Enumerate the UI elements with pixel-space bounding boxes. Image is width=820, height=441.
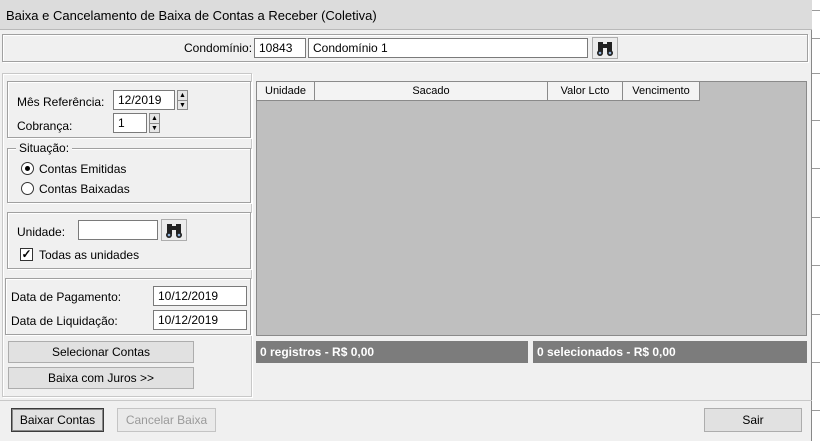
condominio-name-field[interactable]: Condomínio 1 <box>308 38 588 58</box>
title-bar: Baixa e Cancelamento de Baixa de Contas … <box>0 0 812 30</box>
edge-mark <box>812 38 820 39</box>
column-header-vencimento[interactable]: Vencimento <box>623 82 700 101</box>
condominio-search-button[interactable] <box>592 37 618 59</box>
column-header-valor[interactable]: Valor Lcto <box>548 82 623 101</box>
unidade-field[interactable] <box>78 220 158 240</box>
contas-emitidas-radio[interactable] <box>21 162 34 175</box>
edge-mark <box>812 265 820 266</box>
mes-referencia-label: Mês Referência: <box>17 95 105 109</box>
contas-baixadas-radio[interactable] <box>21 182 34 195</box>
binoculars-icon <box>597 42 613 56</box>
edge-mark <box>812 362 820 363</box>
edge-mark <box>812 410 820 411</box>
bottom-divider <box>0 400 812 401</box>
spin-up-icon[interactable]: ▲ <box>150 114 159 123</box>
main-window: Baixa e Cancelamento de Baixa de Contas … <box>0 0 812 441</box>
condominio-code-field[interactable]: 10843 <box>254 38 306 58</box>
edge-mark <box>812 73 820 74</box>
edge-mark <box>812 168 820 169</box>
window-edge <box>812 0 820 441</box>
todas-unidades-label[interactable]: Todas as unidades <box>39 248 139 262</box>
edge-mark <box>812 10 820 11</box>
sair-button[interactable]: Sair <box>704 408 802 432</box>
data-pagamento-label: Data de Pagamento: <box>11 290 122 304</box>
contas-emitidas-label[interactable]: Contas Emitidas <box>39 162 126 176</box>
edge-mark <box>812 120 820 121</box>
spin-down-icon[interactable]: ▼ <box>178 100 187 109</box>
spin-up-icon[interactable]: ▲ <box>178 91 187 100</box>
window-title: Baixa e Cancelamento de Baixa de Contas … <box>6 8 377 23</box>
edge-mark <box>812 217 820 218</box>
selecionar-contas-button[interactable]: Selecionar Contas <box>8 341 194 363</box>
mes-referencia-spinner[interactable]: ▲ ▼ <box>177 90 188 110</box>
cobranca-label: Cobrança: <box>17 119 73 133</box>
unidade-label: Unidade: <box>17 225 66 239</box>
unidade-search-button[interactable] <box>161 219 187 241</box>
registros-status: 0 registros - R$ 0,00 <box>256 341 528 363</box>
situacao-caption: Situação: <box>16 141 73 155</box>
contas-baixadas-label[interactable]: Contas Baixadas <box>39 182 130 196</box>
cancelar-baixa-button[interactable]: Cancelar Baixa <box>117 408 216 432</box>
contas-grid[interactable]: Unidade Sacado Valor Lcto Vencimento <box>256 81 807 336</box>
cobranca-field[interactable]: 1 <box>113 113 147 133</box>
edge-mark <box>812 314 820 315</box>
selecionados-status: 0 selecionados - R$ 0,00 <box>533 341 807 363</box>
data-liquidacao-label: Data de Liquidação: <box>11 314 118 328</box>
data-liquidacao-field[interactable]: 10/12/2019 <box>153 310 247 330</box>
grid-header: Unidade Sacado Valor Lcto Vencimento <box>257 82 700 101</box>
column-header-unidade[interactable]: Unidade <box>257 82 315 101</box>
cobranca-spinner[interactable]: ▲ ▼ <box>149 113 160 133</box>
condominio-label: Condomínio: <box>184 41 253 55</box>
baixa-com-juros-button[interactable]: Baixa com Juros >> <box>8 367 194 389</box>
todas-unidades-checkbox[interactable]: ✓ <box>20 248 33 261</box>
baixar-contas-button[interactable]: Baixar Contas <box>11 408 104 432</box>
data-pagamento-field[interactable]: 10/12/2019 <box>153 286 247 306</box>
binoculars-icon <box>166 224 182 238</box>
column-header-sacado[interactable]: Sacado <box>315 82 548 101</box>
mes-referencia-field[interactable]: 12/2019 <box>113 90 175 110</box>
spin-down-icon[interactable]: ▼ <box>150 123 159 132</box>
